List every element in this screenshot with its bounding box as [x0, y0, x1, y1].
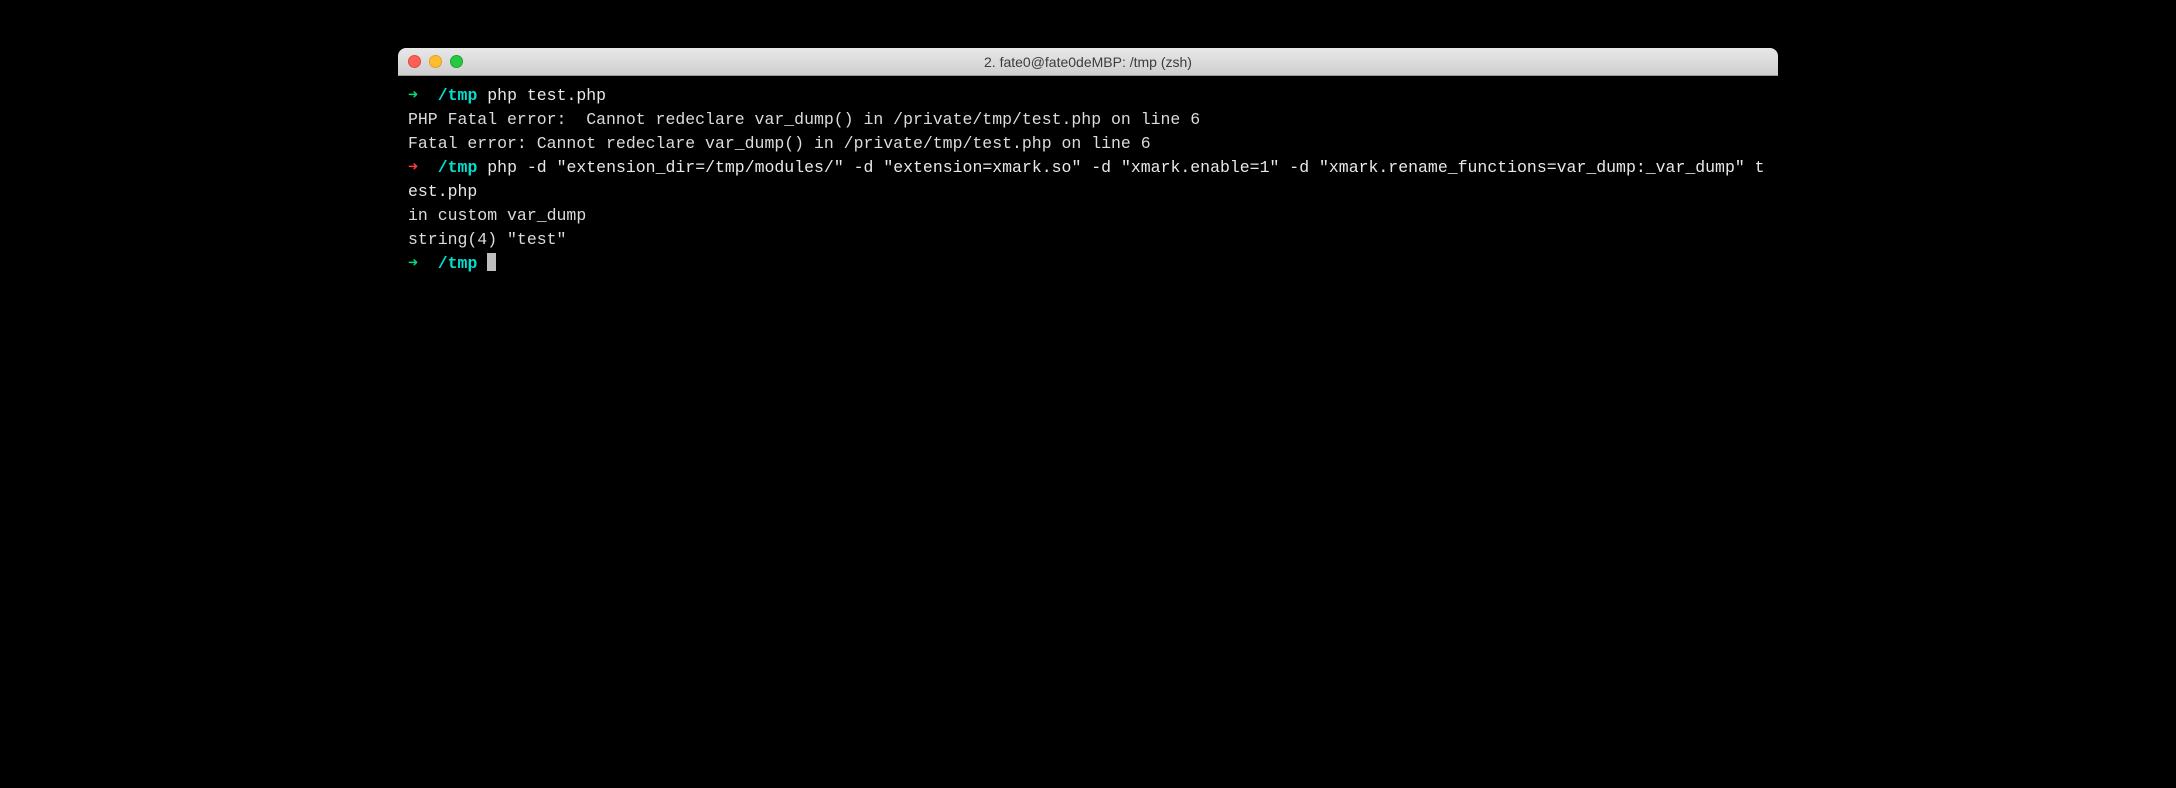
- output-line: string(4) "test": [408, 228, 1768, 252]
- maximize-icon[interactable]: [450, 55, 463, 68]
- minimize-icon[interactable]: [429, 55, 442, 68]
- command-text: php test.php: [477, 86, 606, 105]
- prompt-line: ➜ /tmp php -d "extension_dir=/tmp/module…: [408, 156, 1768, 204]
- cwd: /tmp: [418, 254, 487, 273]
- prompt-line: ➜ /tmp php test.php: [408, 84, 1768, 108]
- cursor-icon: [487, 253, 496, 271]
- prompt-arrow-icon: ➜: [408, 86, 418, 105]
- prompt-arrow-icon: ➜: [408, 254, 418, 273]
- output-line: PHP Fatal error: Cannot redeclare var_du…: [408, 108, 1768, 132]
- cwd: /tmp: [418, 158, 477, 177]
- titlebar[interactable]: 2. fate0@fate0deMBP: /tmp (zsh): [398, 48, 1778, 76]
- terminal-body[interactable]: ➜ /tmp php test.php PHP Fatal error: Can…: [398, 76, 1778, 616]
- output-line: Fatal error: Cannot redeclare var_dump()…: [408, 132, 1768, 156]
- traffic-lights: [408, 55, 463, 68]
- command-text: php -d "extension_dir=/tmp/modules/" -d …: [408, 158, 1765, 201]
- prompt-arrow-icon: ➜: [408, 158, 418, 177]
- output-line: in custom var_dump: [408, 204, 1768, 228]
- cwd: /tmp: [418, 86, 477, 105]
- prompt-line: ➜ /tmp: [408, 252, 1768, 276]
- terminal-window: 2. fate0@fate0deMBP: /tmp (zsh) ➜ /tmp p…: [398, 48, 1778, 616]
- close-icon[interactable]: [408, 55, 421, 68]
- window-title: 2. fate0@fate0deMBP: /tmp (zsh): [398, 54, 1778, 70]
